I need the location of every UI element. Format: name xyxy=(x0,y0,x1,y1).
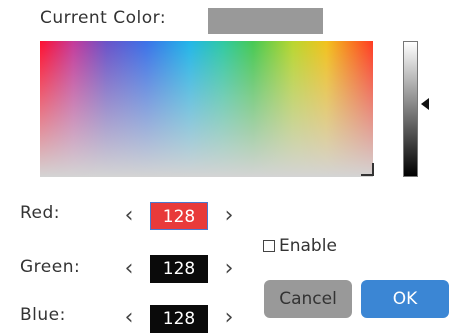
green-value-field[interactable]: 128 xyxy=(150,255,208,283)
current-color-label: Current Color: xyxy=(40,8,167,28)
blue-increment-icon[interactable]: › xyxy=(222,305,236,331)
brightness-marker-icon[interactable] xyxy=(421,97,429,110)
color-spectrum-picker[interactable] xyxy=(40,41,373,177)
green-decrement-icon[interactable]: ‹ xyxy=(122,256,136,282)
spectrum-cursor-icon[interactable] xyxy=(361,163,374,176)
red-value-field[interactable]: 128 xyxy=(150,202,208,230)
blue-value-field[interactable]: 128 xyxy=(150,305,208,333)
red-label: Red: xyxy=(20,203,61,223)
green-label: Green: xyxy=(20,257,81,277)
blue-label: Blue: xyxy=(20,305,66,325)
current-color-swatch xyxy=(208,8,323,34)
red-decrement-icon[interactable]: ‹ xyxy=(122,203,136,229)
enable-label: Enable xyxy=(279,236,337,256)
enable-toggle[interactable]: Enable xyxy=(263,236,337,256)
saturation-gradient xyxy=(40,41,373,177)
cancel-button[interactable]: Cancel xyxy=(264,280,352,318)
ok-button[interactable]: OK xyxy=(361,280,449,318)
brightness-slider[interactable] xyxy=(403,41,418,177)
red-increment-icon[interactable]: › xyxy=(222,203,236,229)
green-increment-icon[interactable]: › xyxy=(222,256,236,282)
blue-decrement-icon[interactable]: ‹ xyxy=(122,305,136,331)
checkbox-icon[interactable] xyxy=(263,240,275,252)
